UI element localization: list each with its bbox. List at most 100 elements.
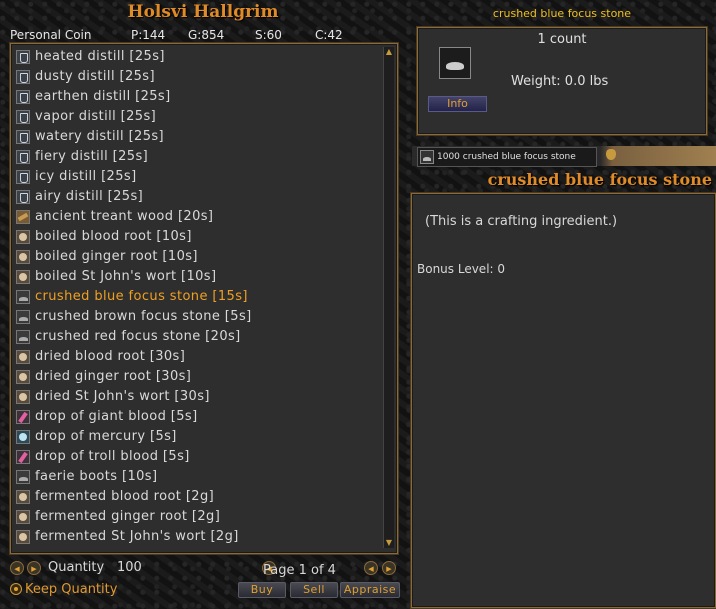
list-item[interactable]: dusty distill [25s] [13, 67, 381, 87]
list-item[interactable]: fermented blood root [2g] [13, 487, 381, 507]
bonus-level: Bonus Level: 0 [417, 262, 506, 276]
root-icon [16, 390, 30, 404]
stone-icon [16, 470, 30, 484]
page-first-icon[interactable]: ◀ [364, 561, 378, 575]
quantity-label: Quantity [48, 560, 105, 575]
list-item[interactable]: crushed red focus stone [20s] [13, 327, 381, 347]
item-weight: Weight: 0.0 lbs [511, 74, 609, 89]
item-info-panel: 1 count Weight: 0.0 lbs Info [417, 27, 707, 135]
list-item-label: dried blood root [30s] [35, 349, 186, 364]
root-icon [16, 250, 30, 264]
item-stone-icon[interactable] [439, 47, 471, 79]
quantity-decrease-icon[interactable]: ◀ [10, 561, 24, 575]
item-list: heated distill [25s] dusty distill [25s] e… [13, 47, 381, 547]
page-next-icon[interactable]: ▶ [382, 561, 396, 575]
list-item-label: crushed brown focus stone [5s] [35, 309, 252, 324]
list-item-label: fermented blood root [2g] [35, 489, 215, 504]
wood-icon [16, 210, 30, 224]
coin-gold: G:854 [188, 28, 225, 42]
list-item[interactable]: vapor distill [25s] [13, 107, 381, 127]
coin-row: Personal Coin P:144 G:854 S:60 C:42 [10, 28, 400, 42]
list-item[interactable]: dried St John's wort [30s] [13, 387, 381, 407]
list-item[interactable]: heated distill [25s] [13, 47, 381, 67]
root-icon [16, 270, 30, 284]
list-item[interactable]: crushed brown focus stone [5s] [13, 307, 381, 327]
root-icon [16, 230, 30, 244]
list-item[interactable]: drop of mercury [5s] [13, 427, 381, 447]
info-button[interactable]: Info [428, 96, 487, 112]
root-icon [16, 510, 30, 524]
tab-item-label: 1000 crushed blue focus stone [437, 152, 576, 162]
stone-icon [420, 150, 434, 164]
blood-icon [16, 410, 30, 424]
flask-icon [16, 50, 30, 64]
list-item-label: faerie boots [10s] [35, 469, 158, 484]
list-item-label: earthen distill [25s] [35, 89, 171, 104]
list-item-label: airy distill [25s] [35, 189, 144, 204]
root-icon [16, 350, 30, 364]
quantity-value[interactable]: 100 [117, 560, 142, 575]
buy-button[interactable]: Buy [238, 582, 286, 598]
root-icon [16, 370, 30, 384]
merchant-name: Holsvi Hallgrim [127, 2, 279, 22]
list-item-label: vapor distill [25s] [35, 109, 157, 124]
list-item-label: fermented St John's wort [2g] [35, 529, 239, 544]
list-item[interactable]: earthen distill [25s] [13, 87, 381, 107]
list-item-label: heated distill [25s] [35, 49, 165, 64]
flask-icon [16, 70, 30, 84]
blood-icon [16, 450, 30, 464]
list-item-label: dusty distill [25s] [35, 69, 155, 84]
list-item-label: dried ginger root [30s] [35, 369, 192, 384]
list-item-label: drop of troll blood [5s] [35, 449, 190, 464]
item-count: 1 count [537, 32, 587, 47]
list-item[interactable]: airy distill [25s] [13, 187, 381, 207]
list-scrollbar[interactable]: ▲ ▼ [383, 47, 394, 548]
description-panel: (This is a crafting ingredient.) Bonus L… [411, 193, 716, 608]
list-item[interactable]: dried blood root [30s] [13, 347, 381, 367]
list-item[interactable]: boiled blood root [10s] [13, 227, 381, 247]
list-item[interactable]: drop of giant blood [5s] [13, 407, 381, 427]
keep-quantity-label[interactable]: Keep Quantity [25, 582, 117, 597]
list-item-label: ancient treant wood [20s] [35, 209, 214, 224]
list-item[interactable]: faerie boots [10s] [13, 467, 381, 487]
mercury-icon [16, 430, 30, 444]
keep-quantity-checkbox[interactable] [10, 583, 22, 595]
flask-icon [16, 170, 30, 184]
list-item[interactable]: boiled ginger root [10s] [13, 247, 381, 267]
list-item[interactable]: fermented ginger root [2g] [13, 507, 381, 527]
list-item[interactable]: ancient treant wood [20s] [13, 207, 381, 227]
list-item[interactable]: dried ginger root [30s] [13, 367, 381, 387]
stone-icon [16, 330, 30, 344]
list-item-label: watery distill [25s] [35, 129, 165, 144]
list-item-label: drop of mercury [5s] [35, 429, 177, 444]
stone-icon [16, 290, 30, 304]
appraise-button[interactable]: Appraise [340, 582, 400, 598]
flask-icon [16, 110, 30, 124]
list-item[interactable]: drop of troll blood [5s] [13, 447, 381, 467]
tab-item[interactable]: 1000 crushed blue focus stone [417, 147, 597, 167]
scroll-down-icon[interactable]: ▼ [384, 538, 394, 548]
sell-button[interactable]: Sell [290, 582, 338, 598]
list-item[interactable]: icy distill [25s] [13, 167, 381, 187]
list-item[interactable]: watery distill [25s] [13, 127, 381, 147]
coin-copper: C:42 [315, 28, 343, 42]
list-item-label: dried St John's wort [30s] [35, 389, 210, 404]
list-item[interactable]: crushed blue focus stone [15s] [13, 287, 381, 307]
item-description: (This is a crafting ingredient.) [425, 214, 618, 229]
root-icon [16, 490, 30, 504]
list-item-label: boiled St John's wort [10s] [35, 269, 217, 284]
list-item-label: boiled blood root [10s] [35, 229, 192, 244]
list-item[interactable]: fiery distill [25s] [13, 147, 381, 167]
list-item[interactable]: fermented St John's wort [2g] [13, 527, 381, 547]
root-icon [16, 530, 30, 544]
list-item-label: fiery distill [25s] [35, 149, 149, 164]
detail-top-title: crushed blue focus stone [492, 7, 632, 20]
coin-label: Personal Coin [10, 28, 92, 42]
scroll-up-icon[interactable]: ▲ [384, 47, 394, 57]
list-item[interactable]: boiled St John's wort [10s] [13, 267, 381, 287]
list-item-label: fermented ginger root [2g] [35, 509, 221, 524]
quantity-increase-icon[interactable]: ▶ [27, 561, 41, 575]
money-bag-icon[interactable] [606, 149, 616, 160]
list-item-label: boiled ginger root [10s] [35, 249, 198, 264]
detail-title: crushed blue focus stone [487, 170, 712, 189]
